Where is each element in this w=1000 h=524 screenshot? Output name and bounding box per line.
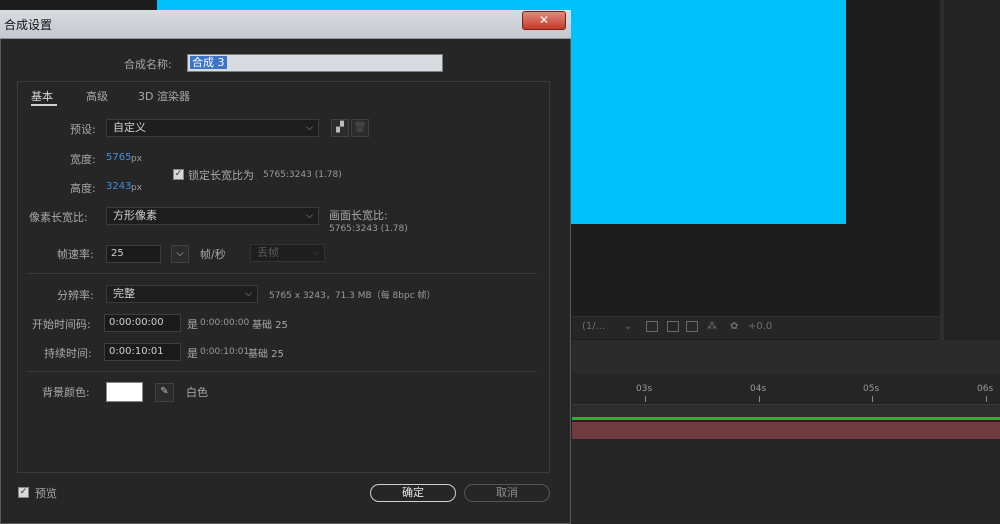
frame-rate-label: 帧速率: [57,248,94,261]
save-preset-icon: ▞ [336,122,344,133]
frame-rate-unit: 帧/秒 [200,248,226,261]
width-label: 宽度: [70,153,96,166]
width-unit: px [131,154,143,164]
ruler-tick-mark [645,396,646,402]
lock-aspect-value: 5765:3243 (1.78) [263,170,342,180]
time-ruler[interactable]: 03s 04s 05s 06s [572,374,1000,405]
timeline-header [572,340,1000,374]
right-panel [944,0,1000,340]
eyedropper-icon: ✎ [160,386,169,397]
layer-duration-bar[interactable] [572,422,1000,439]
timeline-body [572,440,1000,524]
exposure-value[interactable]: +0.0 [748,321,772,332]
pixel-aspect-dropdown[interactable]: 方形像素 ⌵ [106,207,319,225]
ruler-tick-label: 04s [750,384,767,394]
ruler-tick-label: 06s [977,384,994,394]
start-timecode-info: 0:00:00:00 [200,318,250,328]
width-value[interactable]: 5765 [106,152,131,163]
chevron-down-icon: ⌵ [306,123,313,133]
preview-label: 预览 [35,487,57,500]
chevron-down-icon[interactable]: ⌄ [624,321,632,332]
frame-rate-menu-button[interactable]: ⌵ [171,245,189,263]
preset-label: 预设: [70,123,96,136]
tab-advanced[interactable]: 高级 [86,88,108,104]
comp-name-value: 合成 3 [190,56,227,69]
comp-name-label: 合成名称: [124,58,172,71]
mask-icon[interactable] [686,321,698,332]
frame-aspect-value: 5765:3243 (1.78) [329,224,408,234]
duration-info: 0:00:10:01 [200,347,250,357]
duration-base: 基础 25 [248,349,284,360]
close-button[interactable]: ✕ [522,11,566,30]
resolution-value: 完整 [113,287,135,300]
delete-preset-button[interactable]: 🗑 [351,119,369,137]
preset-value: 自定义 [113,121,146,134]
render-status-line [572,417,1000,420]
bg-color-label: 背景颜色: [42,386,90,399]
ruler-tick-mark [759,396,760,402]
eyedropper-button[interactable]: ✎ [155,383,174,402]
tab-basic[interactable]: 基本 [31,88,53,104]
preset-dropdown[interactable]: 自定义 ⌵ [106,119,319,137]
start-timecode-is: 是 [187,318,198,331]
chevron-down-icon: ⌵ [306,211,313,221]
drop-frame-dropdown[interactable]: 丢帧 ⌵ [250,244,325,262]
height-label: 高度: [70,182,96,195]
viewer-zoom-dropdown[interactable]: (1/... [582,321,605,332]
save-preset-button[interactable]: ▞ [331,119,349,137]
lock-aspect-checkbox[interactable]: ✓ [173,169,184,180]
resolution-label: 分辨率: [57,289,94,302]
divider [27,273,537,274]
trash-icon: 🗑 [353,122,367,133]
tab-3d-renderer[interactable]: 3D 渲染器 [138,88,190,104]
ruler-tick-label: 03s [636,384,653,394]
divider [27,371,537,372]
pixel-aspect-value: 方形像素 [113,209,157,222]
dialog-titlebar[interactable] [0,10,571,39]
frame-rate-input[interactable]: 25 [106,245,161,263]
start-timecode-input[interactable]: 0:00:00:00 [104,314,181,332]
check-icon: ✓ [19,487,28,497]
check-icon: ✓ [174,169,183,179]
ruler-tick-mark [872,396,873,402]
dialog-title: 合成设置 [4,18,53,32]
chevron-down-icon: ⌵ [176,248,184,259]
lock-aspect-label: 锁定长宽比为 [188,169,254,182]
height-value[interactable]: 3243 [106,181,131,192]
ruler-tick-label: 05s [863,384,880,394]
bg-color-name: 白色 [186,386,208,399]
cancel-button[interactable]: 取消 [464,484,550,502]
exposure-icon[interactable]: ✿ [730,321,738,332]
comp-name-input[interactable]: 合成 3 [187,54,443,72]
duration-label: 持续时间: [44,347,92,360]
resolution-dropdown[interactable]: 完整 ⌵ [106,285,258,303]
region-icon[interactable] [646,321,658,332]
start-timecode-label: 开始时间码: [32,318,91,331]
flowchart-icon[interactable]: ⁂ [707,321,717,332]
duration-is: 是 [187,347,198,360]
start-timecode-base: 基础 25 [252,320,288,331]
settings-group [17,81,550,473]
viewer-toolbar: (1/... ⌄ ⁂ ✿ +0.0 [572,316,940,339]
duration-input[interactable]: 0:00:10:01 [104,343,181,361]
ruler-tick-mark [986,396,987,402]
pixel-aspect-label: 像素长宽比: [29,211,88,224]
chevron-down-icon: ⌵ [312,248,319,258]
ok-button[interactable]: 确定 [370,484,456,502]
active-tab-indicator [31,104,57,106]
frame-aspect-label: 画面长宽比: [329,209,388,222]
drop-frame-value: 丢帧 [257,246,279,259]
bg-color-swatch[interactable] [106,382,143,402]
resolution-info: 5765 x 3243，71.3 MB（每 8bpc 帧） [269,291,436,301]
preview-checkbox[interactable]: ✓ [18,487,29,498]
transparency-grid-icon[interactable] [667,321,679,332]
height-unit: px [131,183,143,193]
chevron-down-icon: ⌵ [245,289,252,299]
